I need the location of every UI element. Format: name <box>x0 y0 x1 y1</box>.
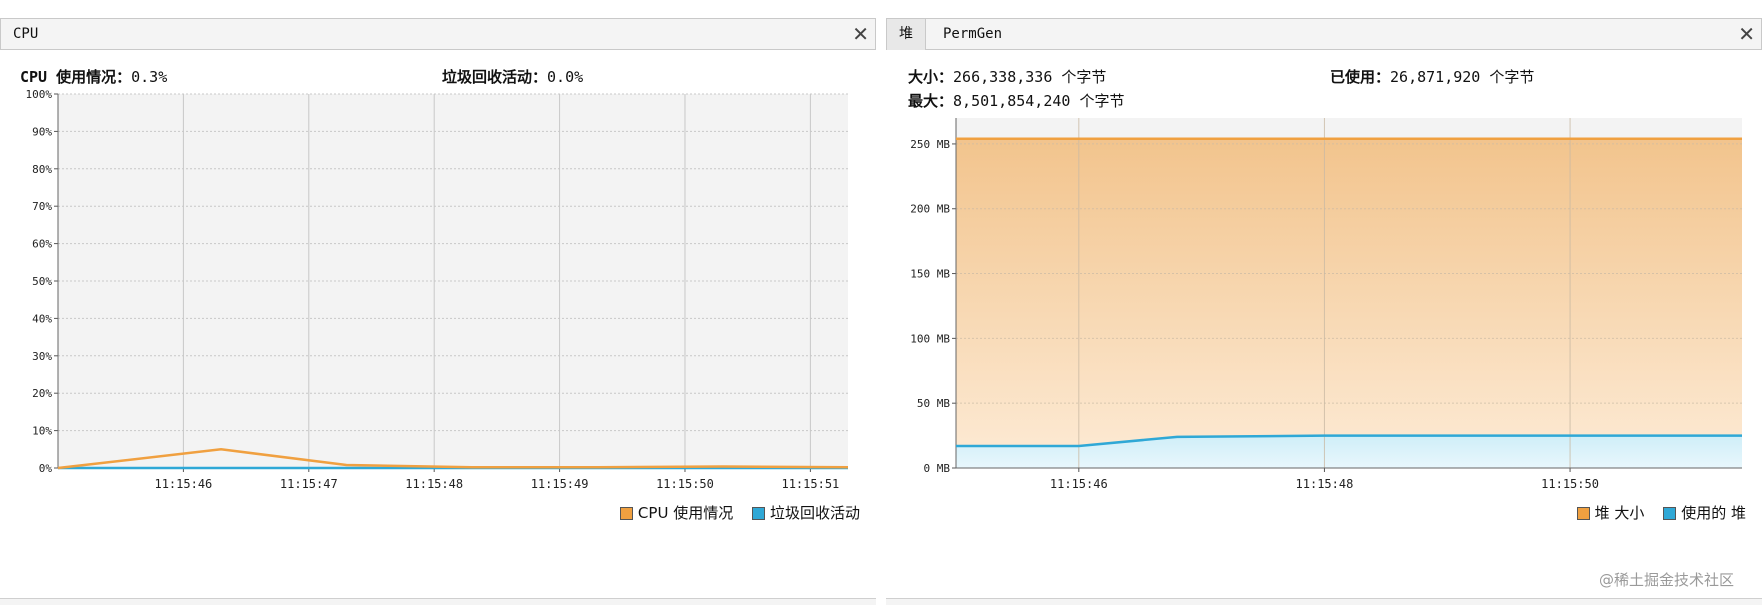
y-tick-label: 20% <box>32 387 52 400</box>
legend-item-gc: 垃圾回收活动 <box>751 502 860 523</box>
memory-legend: 堆 大小 使用的 堆 <box>1563 502 1746 523</box>
legend-label-heap-used: 使用的 堆 <box>1681 504 1746 522</box>
x-tick-label: 11:15:49 <box>531 477 589 491</box>
y-tick-label: 10% <box>32 425 52 438</box>
cpu-panel: CPU ✕ CPU 使用情况：0.3% 垃圾回收活动：0.0% 0% 10% 20%… <box>0 18 876 578</box>
x-tick-label: 11:15:46 <box>154 477 212 491</box>
watermark: @稀土掘金技术社区 <box>1598 571 1734 589</box>
x-tick-label: 11:15:48 <box>405 477 463 491</box>
y-tick-label: 40% <box>32 312 52 325</box>
plot-area <box>58 94 848 468</box>
legend-item-heap-used: 使用的 堆 <box>1663 502 1746 523</box>
legend-item-cpu: CPU 使用情况 <box>619 502 734 523</box>
legend-item-heap-size: 堆 大小 <box>1576 502 1645 523</box>
y-tick-label: 100 MB <box>910 332 950 345</box>
legend-swatch-cpu <box>619 507 633 520</box>
memory-chart: 0 MB 50 MB 100 MB 150 MB 200 MB 250 MB 11:15:4… <box>910 118 1742 491</box>
legend-swatch-heap-size <box>1576 507 1590 520</box>
y-tick-label: 50 MB <box>917 397 950 410</box>
legend-swatch-heap-used <box>1663 507 1677 520</box>
x-tick-label: 11:15:47 <box>280 477 338 491</box>
memory-panel: 堆 PermGen ✕ 大小：266,338,336 个字节 已使用：26,87… <box>886 18 1762 578</box>
legend-label-gc: 垃圾回收活动 <box>769 504 860 522</box>
x-tick-label: 11:15:48 <box>1296 477 1354 491</box>
y-tick-label: 200 MB <box>910 203 950 216</box>
y-tick-label: 0 MB <box>924 462 951 475</box>
y-tick-label: 80% <box>32 163 52 176</box>
y-tick-label: 60% <box>32 238 52 251</box>
legend-label-heap-size: 堆 大小 <box>1594 504 1645 522</box>
x-tick-label: 11:15:46 <box>1050 477 1108 491</box>
cpu-legend: CPU 使用情况 垃圾回收活动 <box>606 502 860 523</box>
y-tick-label: 50% <box>32 275 52 288</box>
cpu-chart: 0% 10% 20% 30% 40% 50% 60% 70% 80% 90% 100% 11:15:4… <box>26 88 849 491</box>
y-tick-label: 30% <box>32 350 52 363</box>
y-tick-label: 90% <box>32 125 52 138</box>
x-tick-label: 11:15:51 <box>781 477 839 491</box>
legend-label-cpu: CPU 使用情况 <box>637 504 734 522</box>
y-tick-label: 100% <box>26 88 53 101</box>
y-tick-label: 70% <box>32 200 52 213</box>
y-tick-label: 0% <box>39 462 53 475</box>
legend-swatch-gc <box>751 507 765 520</box>
y-tick-label: 150 MB <box>910 268 950 281</box>
y-tick-label: 250 MB <box>910 138 950 151</box>
x-tick-label: 11:15:50 <box>1541 477 1599 491</box>
x-tick-label: 11:15:50 <box>656 477 714 491</box>
area-heap-size <box>956 138 1742 469</box>
